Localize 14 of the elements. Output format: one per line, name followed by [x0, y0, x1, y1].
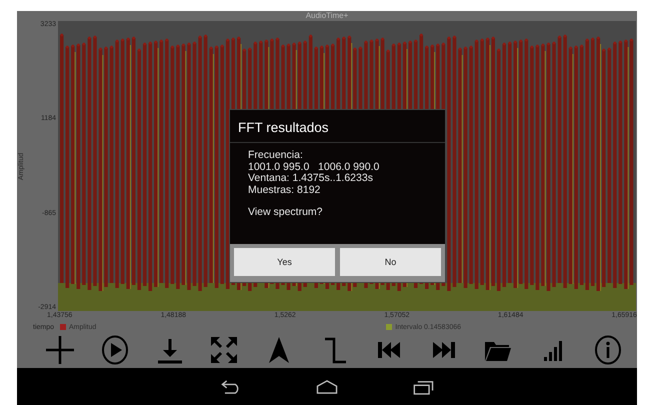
result-text: Ventana: 1.4375s..1.6233s — [248, 173, 374, 184]
result-text: Frecuencia: — [248, 150, 304, 162]
result-text: Muestras: 8192 — [248, 184, 322, 196]
play-icon[interactable] — [100, 335, 130, 365]
app-title: AudioTime+ — [304, 11, 350, 21]
dialog-title: FFT resultados — [230, 110, 445, 143]
dialog-button[interactable]: No — [340, 248, 441, 276]
dialog-question: View spectrum? — [248, 207, 324, 218]
result-text: 1001.0 995.0 1006.0 990.0 — [248, 162, 380, 173]
plus-icon[interactable] — [45, 335, 75, 365]
expand-icon[interactable] — [209, 335, 240, 365]
dialog-button[interactable]: Yes — [234, 248, 335, 276]
info-icon[interactable] — [592, 335, 623, 365]
home-icon[interactable] — [314, 378, 340, 396]
